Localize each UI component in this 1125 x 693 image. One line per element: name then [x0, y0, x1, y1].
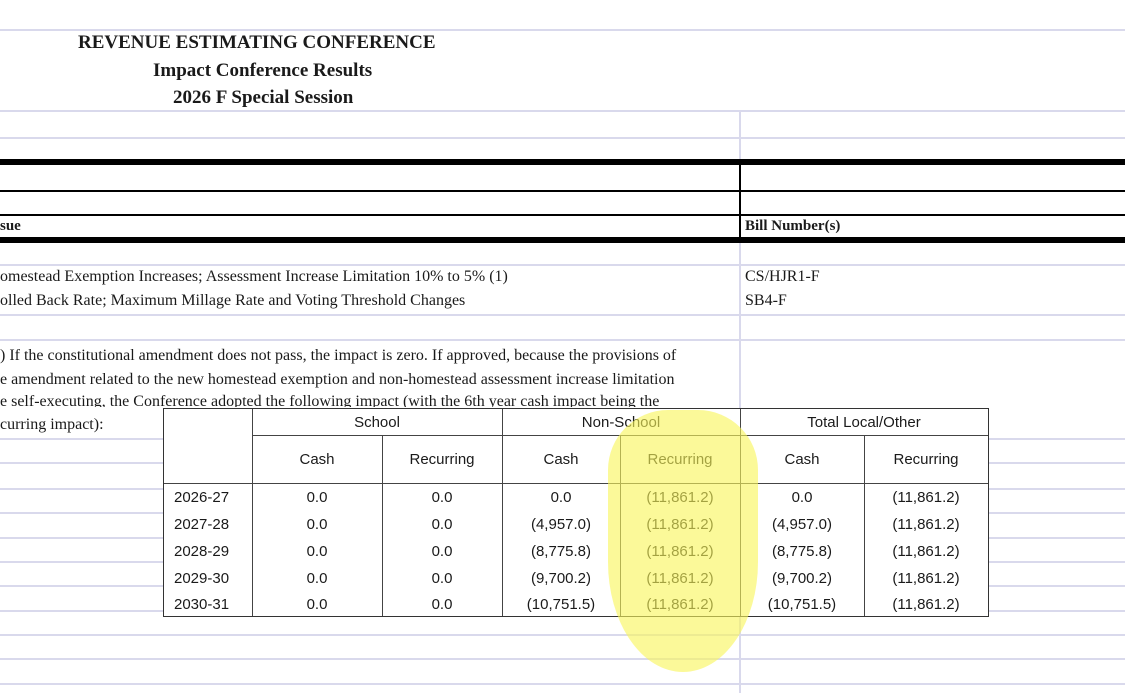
header-top-rule	[0, 159, 1125, 165]
col-header-recurring: Recurring	[647, 451, 713, 468]
impact-table: School Non-School Total Local/Other Cash…	[163, 408, 989, 617]
table-cell: (4,957.0)	[771, 516, 833, 533]
group-header-total-local: Total Local/Other	[807, 414, 921, 431]
group-header-school: School	[354, 414, 400, 431]
header-column-divider	[739, 163, 741, 241]
table-cell: (4,957.0)	[530, 516, 592, 533]
report-title: REVENUE ESTIMATING CONFERENCE	[78, 32, 436, 53]
row-year: 2028-29	[174, 543, 230, 560]
header-bottom-rule	[0, 237, 1125, 243]
issue-header: sue	[0, 218, 21, 234]
footnote-line: ) If the constitutional amendment does n…	[0, 347, 677, 364]
bill-number: SB4-F	[745, 292, 787, 309]
header-rule	[0, 190, 1125, 192]
table-cell: (9,700.2)	[530, 570, 592, 587]
table-cell: (11,861.2)	[646, 570, 714, 587]
table-cell: (8,775.8)	[530, 543, 592, 560]
table-cell: (11,861.2)	[646, 516, 714, 533]
table-cell: (9,700.2)	[771, 570, 833, 587]
table-cell: (11,861.2)	[646, 595, 714, 613]
header-rule	[0, 214, 1125, 216]
table-cell: (11,861.2)	[892, 489, 960, 506]
table-cell: 0.0	[431, 595, 453, 613]
bill-number: CS/HJR1-F	[745, 268, 820, 285]
table-cell: 0.0	[306, 543, 328, 560]
footnote-line: curring impact):	[0, 416, 104, 433]
table-cell: 0.0	[306, 516, 328, 533]
report-subtitle: Impact Conference Results	[153, 60, 373, 81]
table-cell: (11,861.2)	[892, 543, 960, 560]
session-title: 2026 F Special Session	[173, 87, 354, 108]
table-cell: (11,861.2)	[646, 543, 714, 560]
table-cell: 0.0	[306, 595, 328, 613]
issue-text: olled Back Rate; Maximum Millage Rate an…	[0, 292, 466, 309]
table-cell: 0.0	[306, 489, 328, 506]
table-cell: (10,751.5)	[526, 595, 596, 613]
table-cell: 0.0	[550, 489, 572, 506]
bill-numbers-header: Bill Number(s)	[745, 218, 841, 234]
row-year: 2030-31	[174, 595, 230, 613]
table-cell: (8,775.8)	[771, 543, 833, 560]
table-cell: (11,861.2)	[892, 516, 960, 533]
row-year: 2026-27	[174, 489, 230, 506]
col-header-recurring: Recurring	[409, 451, 475, 468]
col-header-cash: Cash	[299, 451, 335, 468]
footnote-line: e amendment related to the new homestead…	[0, 371, 675, 388]
table-cell: (10,751.5)	[767, 595, 837, 613]
table-cell: (11,861.2)	[892, 570, 960, 587]
table-cell: (11,861.2)	[892, 595, 960, 613]
table-cell: 0.0	[431, 516, 453, 533]
col-header-cash: Cash	[543, 451, 579, 468]
group-header-non-school: Non-School	[581, 414, 661, 431]
row-year: 2027-28	[174, 516, 230, 533]
table-cell: 0.0	[791, 489, 813, 506]
table-cell: 0.0	[431, 489, 453, 506]
table-cell: 0.0	[306, 570, 328, 587]
table-cell: (11,861.2)	[646, 489, 714, 506]
col-header-recurring: Recurring	[893, 451, 959, 468]
table-cell: 0.0	[431, 570, 453, 587]
table-cell: 0.0	[431, 543, 453, 560]
row-year: 2029-30	[174, 570, 230, 587]
issue-text: omestead Exemption Increases; Assessment…	[0, 268, 508, 285]
footnote-line: e self-executing, the Conference adopted…	[0, 393, 660, 407]
col-header-cash: Cash	[784, 451, 820, 468]
